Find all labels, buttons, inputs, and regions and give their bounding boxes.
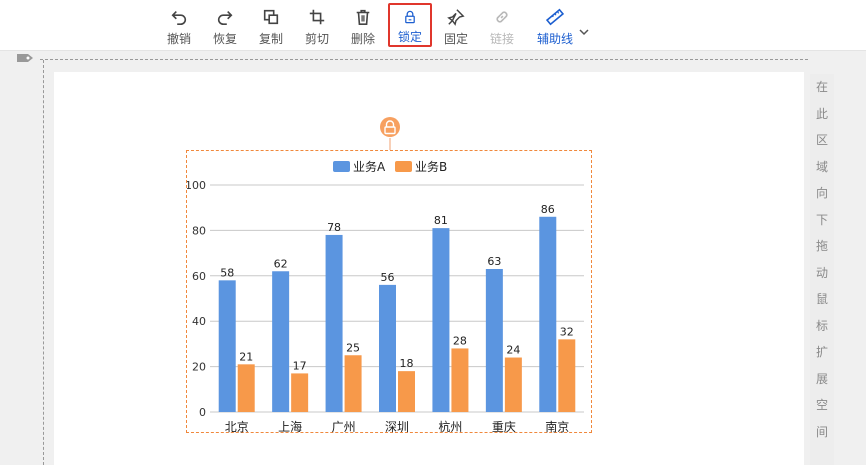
bar [237, 364, 255, 412]
link-label: 链接 [489, 32, 514, 46]
link-button[interactable]: 链接 [480, 3, 524, 47]
data-label: 78 [327, 221, 341, 234]
copy-button[interactable]: 复制 [249, 3, 293, 47]
data-label: 86 [541, 203, 555, 216]
side-panel-char: 展 [815, 371, 828, 386]
ruler-icon [545, 8, 565, 26]
cut-button[interactable]: 剪切 [295, 3, 339, 47]
lock-label: 锁定 [397, 30, 422, 44]
crop-icon [309, 9, 325, 25]
bar [379, 284, 396, 412]
data-label: 62 [274, 257, 288, 270]
x-tick-label: 深圳 [385, 420, 409, 434]
x-tick-label: 北京 [225, 420, 249, 434]
guide-button[interactable]: 辅助线 [530, 3, 580, 47]
delete-label: 删除 [350, 32, 375, 46]
toolbar: 撤销 恢复 复制 剪切 删除 锁定 固定 链接 辅助线 [0, 0, 866, 51]
pin-label: 固定 [443, 32, 468, 46]
data-label: 58 [220, 266, 234, 279]
side-panel-char: 空 [815, 398, 828, 412]
data-label: 21 [239, 350, 253, 363]
data-label: 18 [400, 357, 414, 370]
side-panel-char: 鼠 [815, 292, 828, 306]
lock-button[interactable]: 锁定 [388, 3, 432, 47]
y-tick-label: 100 [187, 179, 206, 192]
y-tick-label: 80 [192, 224, 206, 237]
redo-icon [217, 11, 233, 26]
tag-icon [17, 54, 33, 62]
x-tick-label: 重庆 [492, 420, 516, 434]
redo-label: 恢复 [212, 32, 237, 46]
bar [398, 371, 415, 412]
x-tick-label: 广州 [332, 420, 356, 434]
side-panel-char: 下 [815, 212, 828, 227]
bar [504, 357, 522, 412]
y-tick-label: 0 [199, 406, 206, 419]
data-label: 63 [487, 255, 501, 268]
data-label: 28 [453, 334, 467, 347]
side-panel-char: 间 [815, 424, 828, 439]
side-panel-char: 标 [815, 318, 828, 333]
legend-swatch [333, 161, 350, 172]
bar [558, 339, 576, 412]
vertical-guide-line[interactable] [43, 60, 44, 465]
x-tick-label: 上海 [278, 419, 302, 434]
lock-icon [405, 10, 415, 24]
side-panel-char: 动 [815, 265, 828, 280]
redo-button[interactable]: 恢复 [203, 3, 247, 47]
legend-entry: 业务A [353, 159, 386, 174]
side-panel-char: 此 [815, 106, 828, 121]
pin-button[interactable]: 固定 [434, 3, 478, 47]
y-tick-label: 40 [192, 315, 206, 328]
side-panel-char: 域 [815, 159, 828, 174]
x-tick-label: 杭州 [438, 419, 462, 434]
bar [451, 348, 469, 412]
bar [485, 268, 503, 412]
bar-chart[interactable]: 0 20 40 60 80 100 58 21 北京 62 17 上海 78 25 广州 56 18 深圳 81 28… [186, 150, 592, 434]
y-tick-label: 20 [192, 361, 206, 374]
side-panel-char: 区 [815, 133, 828, 147]
data-label: 56 [381, 271, 395, 284]
legend-entry: 业务B [415, 159, 447, 174]
bar [218, 280, 236, 412]
trash-icon [356, 9, 370, 26]
bar [432, 228, 450, 412]
bar-chart-svg: 0 20 40 60 80 100 58 21 北京 62 17 上海 78 25 广州 56 18 深圳 81 28… [187, 159, 584, 434]
data-label: 24 [506, 344, 520, 357]
bar [325, 234, 343, 412]
pin-icon [447, 9, 465, 26]
legend-swatch [395, 161, 412, 172]
bar [344, 355, 362, 412]
copy-label: 复制 [258, 32, 283, 46]
bar [291, 373, 309, 412]
data-label: 17 [293, 359, 307, 372]
side-panel-char: 在 [815, 80, 828, 94]
x-tick-label: 南京 [545, 419, 569, 434]
undo-icon [171, 11, 187, 26]
cut-label: 剪切 [304, 32, 329, 46]
link-icon [496, 11, 508, 23]
guide-label: 辅助线 [536, 32, 573, 46]
bar [272, 271, 290, 412]
data-label: 81 [434, 214, 448, 227]
expand-space-panel[interactable]: 在此区域向下拖动鼠标扩展空间 [810, 74, 834, 465]
y-tick-label: 60 [192, 270, 206, 283]
undo-label: 撤销 [166, 32, 191, 46]
chevron-down-icon[interactable] [578, 26, 590, 38]
undo-button[interactable]: 撤销 [157, 3, 201, 47]
data-label: 25 [346, 341, 360, 354]
data-label: 32 [560, 325, 574, 338]
side-panel-char: 扩 [815, 345, 828, 359]
delete-button[interactable]: 删除 [341, 3, 385, 47]
horizontal-guide-line[interactable] [40, 59, 808, 60]
lock-marker-icon[interactable] [378, 116, 402, 150]
copy-icon [263, 9, 279, 25]
bar [539, 216, 557, 412]
side-panel-char: 拖 [815, 239, 828, 253]
side-panel-char: 向 [815, 186, 828, 200]
